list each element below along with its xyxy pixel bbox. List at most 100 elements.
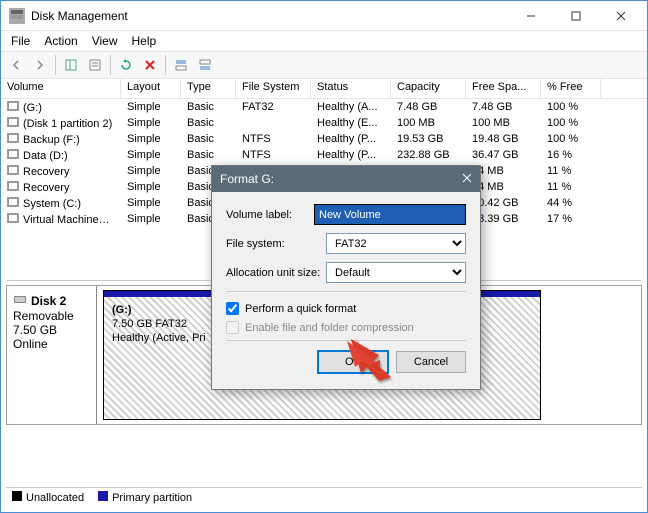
titlebar: Disk Management [1,1,647,31]
disk-size: 7.50 GB [13,323,90,337]
cell: Virtual Machines (... [1,213,121,226]
cell: Simple [121,133,181,145]
cell: Simple [121,181,181,193]
cell: Simple [121,165,181,177]
cell: 36.47 GB [466,149,541,161]
toolbar [1,51,647,79]
dialog-close-icon[interactable] [462,172,472,186]
partition-status: Healthy (Active, Pri [112,332,206,344]
show-hide-button[interactable] [60,54,82,76]
volume-icon [7,149,19,159]
cell: FAT32 [236,101,311,113]
cell: NTFS [236,149,311,161]
menu-file[interactable]: File [5,32,36,50]
cell: Simple [121,213,181,225]
cell: Recovery [1,165,121,178]
swatch-primary [98,491,108,501]
partition-size: 7.50 GB FAT32 [112,318,187,330]
col-layout[interactable]: Layout [121,79,181,98]
cell: 100 % [541,101,601,113]
cell: 232.88 GB [391,149,466,161]
disk-management-window: Disk Management File Action View Help Vo… [0,0,648,513]
cell: Healthy (P... [311,149,391,161]
volume-icon [7,181,19,191]
cell: 11 % [541,181,601,193]
quick-format-label: Perform a quick format [245,303,356,315]
table-row[interactable]: (Disk 1 partition 2)SimpleBasicHealthy (… [1,115,647,131]
disk-icon [13,292,27,309]
cell: Basic [181,117,236,129]
menu-action[interactable]: Action [38,32,83,50]
cell: Data (D:) [1,149,121,162]
volume-label-input[interactable] [314,204,466,225]
delete-button[interactable] [139,54,161,76]
cell: Simple [121,197,181,209]
cell: Simple [121,149,181,161]
dialog-title: Format G: [220,172,274,186]
cell: 100 % [541,117,601,129]
close-button[interactable] [598,2,643,30]
forward-button[interactable] [29,54,51,76]
cell: Basic [181,101,236,113]
cell: (G:) [1,101,121,114]
minimize-button[interactable] [508,2,553,30]
disk-kind: Removable [13,309,90,323]
compression-label: Enable file and folder compression [245,322,414,334]
legend-unallocated: Unallocated [26,492,84,504]
app-icon [9,8,25,24]
cell: 11 % [541,165,601,177]
cell: Basic [181,149,236,161]
ok-button[interactable]: OK [318,351,388,373]
col-type[interactable]: Type [181,79,236,98]
col-filesystem[interactable]: File System [236,79,311,98]
menubar: File Action View Help [1,31,647,51]
cell: Healthy (E... [311,117,391,129]
volume-icon [7,133,19,143]
swatch-unallocated [12,491,22,501]
allocation-size-label: Allocation unit size: [226,267,326,279]
properties-button[interactable] [84,54,106,76]
cell: Simple [121,101,181,113]
col-capacity[interactable]: Capacity [391,79,466,98]
cell: 100 MB [466,117,541,129]
cell: Simple [121,117,181,129]
quick-format-checkbox[interactable] [226,302,239,315]
format-dialog: Format G: Volume label: File system: FAT… [211,165,481,390]
view-top-button[interactable] [170,54,192,76]
compression-checkbox [226,321,239,334]
cell: NTFS [236,133,311,145]
cell: Recovery [1,181,121,194]
col-status[interactable]: Status [311,79,391,98]
cell: 19.53 GB [391,133,466,145]
file-system-select[interactable]: FAT32 [326,233,466,254]
volume-icon [7,197,19,207]
col-volume[interactable]: Volume [1,79,121,98]
file-system-label: File system: [226,238,326,250]
back-button[interactable] [5,54,27,76]
volume-icon [7,213,19,223]
column-headers: Volume Layout Type File System Status Ca… [1,79,647,99]
refresh-button[interactable] [115,54,137,76]
cell: 7.48 GB [391,101,466,113]
menu-view[interactable]: View [86,32,124,50]
maximize-button[interactable] [553,2,598,30]
legend: Unallocated Primary partition [6,487,642,507]
table-row[interactable]: (G:)SimpleBasicFAT32Healthy (A...7.48 GB… [1,99,647,115]
table-row[interactable]: Data (D:)SimpleBasicNTFSHealthy (P...232… [1,147,647,163]
allocation-size-select[interactable]: Default [326,262,466,283]
col-pctfree[interactable]: % Free [541,79,601,98]
cell: 19.48 GB [466,133,541,145]
view-bottom-button[interactable] [194,54,216,76]
cell: 100 % [541,133,601,145]
col-freespace[interactable]: Free Spa... [466,79,541,98]
disk-info: Disk 2 Removable 7.50 GB Online [7,286,97,424]
table-row[interactable]: Backup (F:)SimpleBasicNTFSHealthy (P...1… [1,131,647,147]
cancel-button[interactable]: Cancel [396,351,466,373]
cell: Basic [181,133,236,145]
cell: System (C:) [1,197,121,210]
cell: 16 % [541,149,601,161]
volume-icon [7,101,19,111]
volume-icon [7,117,19,127]
cell: Healthy (A... [311,101,391,113]
menu-help[interactable]: Help [126,32,163,50]
